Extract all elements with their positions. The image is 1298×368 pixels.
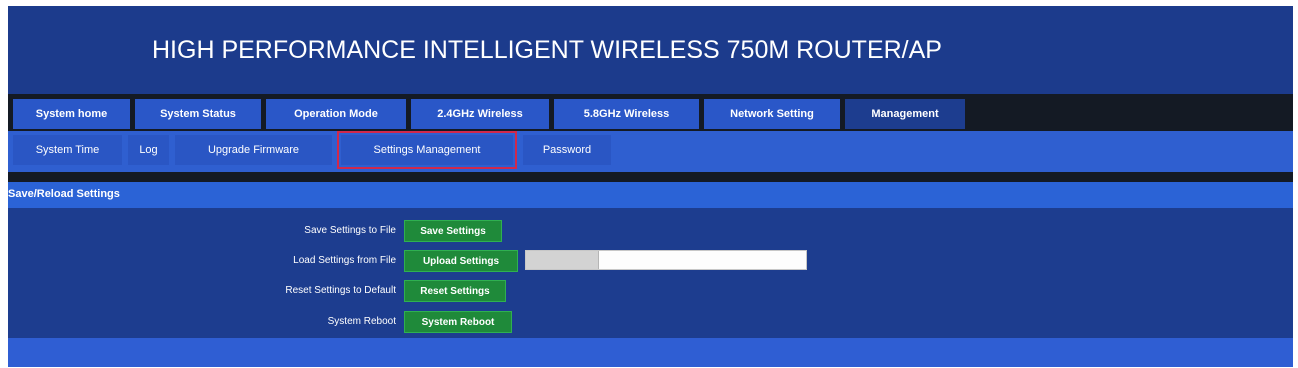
save-settings-label: Save Settings to File	[304, 225, 396, 236]
subtab-system-time[interactable]: System Time	[13, 135, 122, 165]
footer-bar	[8, 338, 1293, 367]
sub-tab-bar: System Time Log Upgrade Firmware Setting…	[8, 131, 1293, 172]
tab-system-status[interactable]: System Status	[135, 99, 261, 129]
reset-settings-button[interactable]: Reset Settings	[404, 280, 506, 302]
main-tab-bar: System home System Status Operation Mode…	[8, 94, 1293, 131]
save-settings-button[interactable]: Save Settings	[404, 220, 502, 242]
settings-form: Save Settings to File Save Settings Load…	[8, 208, 1293, 338]
tab-network-setting[interactable]: Network Setting	[704, 99, 840, 129]
tab-system-home[interactable]: System home	[13, 99, 130, 129]
tab-24ghz-wireless[interactable]: 2.4GHz Wireless	[411, 99, 549, 129]
subtab-password[interactable]: Password	[523, 135, 611, 165]
tab-operation-mode[interactable]: Operation Mode	[266, 99, 406, 129]
router-admin-panel: HIGH PERFORMANCE INTELLIGENT WIRELESS 75…	[8, 6, 1293, 367]
system-reboot-label: System Reboot	[327, 316, 396, 327]
upload-settings-button[interactable]: Upload Settings	[404, 250, 518, 272]
section-header: Save/Reload Settings	[8, 182, 1293, 208]
file-path-field	[599, 251, 806, 269]
separator-bar	[8, 172, 1293, 182]
load-settings-label: Load Settings from File	[293, 255, 396, 266]
settings-file-input[interactable]	[525, 250, 807, 270]
tab-58ghz-wireless[interactable]: 5.8GHz Wireless	[554, 99, 699, 129]
page-title: HIGH PERFORMANCE INTELLIGENT WIRELESS 75…	[152, 36, 942, 64]
subtab-upgrade-firmware[interactable]: Upgrade Firmware	[175, 135, 332, 165]
system-reboot-button[interactable]: System Reboot	[404, 311, 512, 333]
header: HIGH PERFORMANCE INTELLIGENT WIRELESS 75…	[8, 6, 1293, 94]
section-title: Save/Reload Settings	[8, 188, 120, 200]
file-browse-button[interactable]	[526, 251, 599, 269]
reset-settings-label: Reset Settings to Default	[285, 285, 396, 296]
subtab-log[interactable]: Log	[128, 135, 169, 165]
subtab-settings-management[interactable]: Settings Management	[337, 131, 517, 169]
tab-management[interactable]: Management	[845, 99, 965, 129]
